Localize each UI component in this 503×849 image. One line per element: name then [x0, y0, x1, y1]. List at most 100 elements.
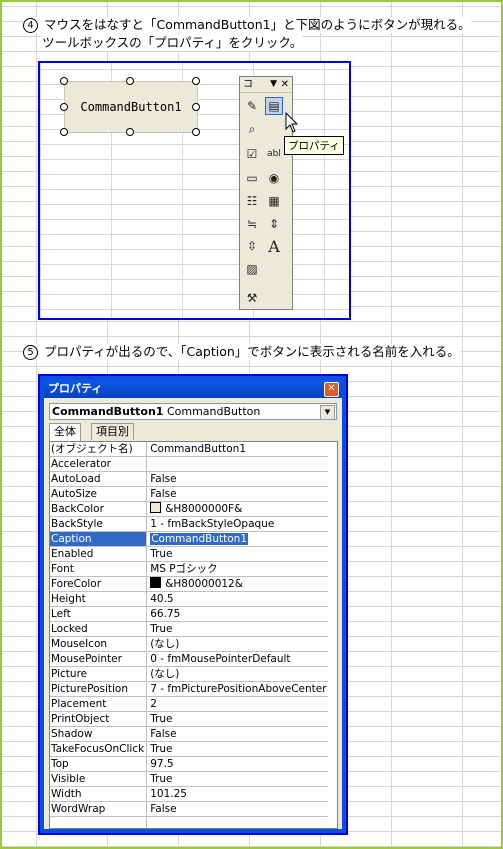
property-value[interactable]: &H80000012& — [146, 576, 328, 592]
view-code-icon[interactable]: ⌕ — [243, 120, 261, 138]
textbox-tool-icon[interactable]: abl — [265, 145, 283, 163]
option-button-tool-icon[interactable]: ◉ — [265, 169, 283, 187]
close-icon[interactable]: ✕ — [324, 382, 339, 397]
combobox-tool-icon[interactable]: ▦ — [265, 192, 283, 210]
property-value[interactable]: 40.5 — [146, 591, 328, 607]
scrollbar-tool-icon[interactable]: ⇳ — [243, 237, 261, 255]
tab-alphabetic[interactable]: 全体 — [49, 423, 81, 441]
property-row[interactable]: Caption CommandButton1 — [50, 531, 328, 547]
property-key[interactable]: Placement — [50, 696, 148, 712]
property-key[interactable]: Shadow — [50, 726, 148, 742]
property-row[interactable]: Font MS Pゴシック — [50, 561, 328, 577]
property-row[interactable]: PrintObject True — [50, 711, 328, 727]
property-value[interactable]: 97.5 — [146, 756, 328, 772]
property-row[interactable]: BackColor &H8000000F& — [50, 501, 328, 517]
property-row[interactable]: BackStyle 1 - fmBackStyleOpaque — [50, 516, 328, 532]
property-key[interactable]: BackColor — [50, 501, 148, 517]
resize-handle[interactable] — [60, 128, 68, 136]
checkbox-tool-icon[interactable]: ☑ — [243, 145, 261, 163]
property-value[interactable]: False — [146, 486, 328, 502]
property-row[interactable]: Enabled True — [50, 546, 328, 562]
property-value[interactable]: False — [146, 801, 328, 817]
property-row[interactable]: Width 101.25 — [50, 786, 328, 802]
button-tool-icon[interactable]: ▭ — [243, 169, 261, 187]
property-value[interactable]: &H8000000F& — [146, 501, 328, 517]
resize-handle[interactable] — [60, 103, 68, 111]
property-key[interactable]: PrintObject — [50, 711, 148, 727]
resize-handle[interactable] — [192, 128, 200, 136]
property-key[interactable]: PicturePosition — [50, 681, 148, 697]
property-row[interactable]: Visible True — [50, 771, 328, 787]
resize-handle[interactable] — [126, 77, 134, 85]
property-row[interactable]: Top 97.5 — [50, 756, 328, 772]
property-value[interactable]: False — [146, 726, 328, 742]
property-value[interactable]: True — [146, 741, 328, 757]
property-row[interactable]: Accelerator — [50, 456, 328, 472]
property-value[interactable]: (なし) — [146, 666, 328, 682]
property-value[interactable]: 66.75 — [146, 606, 328, 622]
dropdown-arrow-icon[interactable]: ▼ — [270, 77, 277, 92]
property-value[interactable]: True — [146, 546, 328, 562]
property-key[interactable]: BackStyle — [50, 516, 148, 532]
property-value[interactable]: 2 — [146, 696, 328, 712]
property-row[interactable]: MousePointer 0 - fmMousePointerDefault — [50, 651, 328, 667]
property-value[interactable]: True — [146, 771, 328, 787]
property-key[interactable]: TakeFocusOnClick — [50, 741, 148, 757]
window-titlebar[interactable]: プロパティ ✕ — [44, 380, 342, 398]
property-key[interactable]: WordWrap — [50, 801, 148, 817]
property-key[interactable]: AutoSize — [50, 486, 148, 502]
property-key[interactable]: (オブジェクト名) — [50, 442, 148, 457]
design-mode-icon[interactable]: ✎ — [243, 97, 261, 115]
property-value[interactable]: 0 - fmMousePointerDefault — [146, 651, 328, 667]
property-row[interactable]: (オブジェクト名) CommandButton1 — [50, 442, 328, 457]
more-controls-icon[interactable]: ⚒ — [243, 289, 261, 307]
resize-handle[interactable] — [192, 77, 200, 85]
property-key[interactable]: AutoLoad — [50, 471, 148, 487]
property-row[interactable]: Left 66.75 — [50, 606, 328, 622]
spin-button-tool-icon[interactable]: ⇕ — [265, 215, 283, 233]
property-key[interactable]: Locked — [50, 621, 148, 637]
property-value[interactable]: True — [146, 711, 328, 727]
property-row[interactable]: TakeFocusOnClick True — [50, 741, 328, 757]
property-row[interactable]: Picture (なし) — [50, 666, 328, 682]
property-row[interactable]: MouseIcon (なし) — [50, 636, 328, 652]
property-row[interactable]: Shadow False — [50, 726, 328, 742]
object-selector[interactable]: CommandButton1 CommandButton ▼ — [49, 403, 337, 420]
listbox-tool-icon[interactable]: ☷ — [243, 192, 261, 210]
label-tool-icon[interactable]: A — [265, 237, 283, 256]
close-icon[interactable]: ✕ — [281, 77, 289, 92]
property-row[interactable]: AutoLoad False — [50, 471, 328, 487]
property-value[interactable]: MS Pゴシック — [146, 561, 328, 577]
toggle-button-tool-icon[interactable]: ≒ — [243, 215, 261, 233]
property-value[interactable]: CommandButton1 — [146, 531, 328, 547]
property-value[interactable]: True — [146, 621, 328, 637]
tab-categorized[interactable]: 項目別 — [91, 423, 134, 440]
property-key[interactable]: Caption — [50, 531, 148, 547]
property-key[interactable]: Visible — [50, 771, 148, 787]
property-value[interactable]: (なし) — [146, 636, 328, 652]
command-button[interactable]: CommandButton1 — [64, 81, 198, 133]
property-key[interactable]: Enabled — [50, 546, 148, 562]
chevron-down-icon[interactable]: ▼ — [320, 405, 335, 419]
toolbox-titlebar[interactable]: コ ▼ ✕ — [240, 77, 292, 93]
property-value[interactable] — [146, 456, 328, 472]
property-row[interactable]: ForeColor &H80000012& — [50, 576, 328, 592]
property-key[interactable]: Top — [50, 756, 148, 772]
property-row[interactable]: WordWrap False — [50, 801, 328, 817]
resize-handle[interactable] — [126, 128, 134, 136]
image-tool-icon[interactable]: ▨ — [243, 260, 261, 278]
property-key[interactable]: ForeColor — [50, 576, 148, 592]
property-value[interactable]: 101.25 — [146, 786, 328, 802]
property-row[interactable]: PicturePosition 7 - fmPicturePositionAbov… — [50, 681, 328, 697]
property-row[interactable]: Height 40.5 — [50, 591, 328, 607]
property-value[interactable]: 1 - fmBackStyleOpaque — [146, 516, 328, 532]
properties-icon[interactable]: ▤ — [265, 97, 283, 115]
property-key[interactable]: Picture — [50, 666, 148, 682]
property-row[interactable]: Locked True — [50, 621, 328, 637]
property-key[interactable]: MouseIcon — [50, 636, 148, 652]
property-value[interactable]: 7 - fmPicturePositionAboveCenter — [146, 681, 328, 697]
property-key[interactable]: MousePointer — [50, 651, 148, 667]
resize-handle[interactable] — [60, 77, 68, 85]
property-row[interactable]: AutoSize False — [50, 486, 328, 502]
resize-handle[interactable] — [192, 103, 200, 111]
